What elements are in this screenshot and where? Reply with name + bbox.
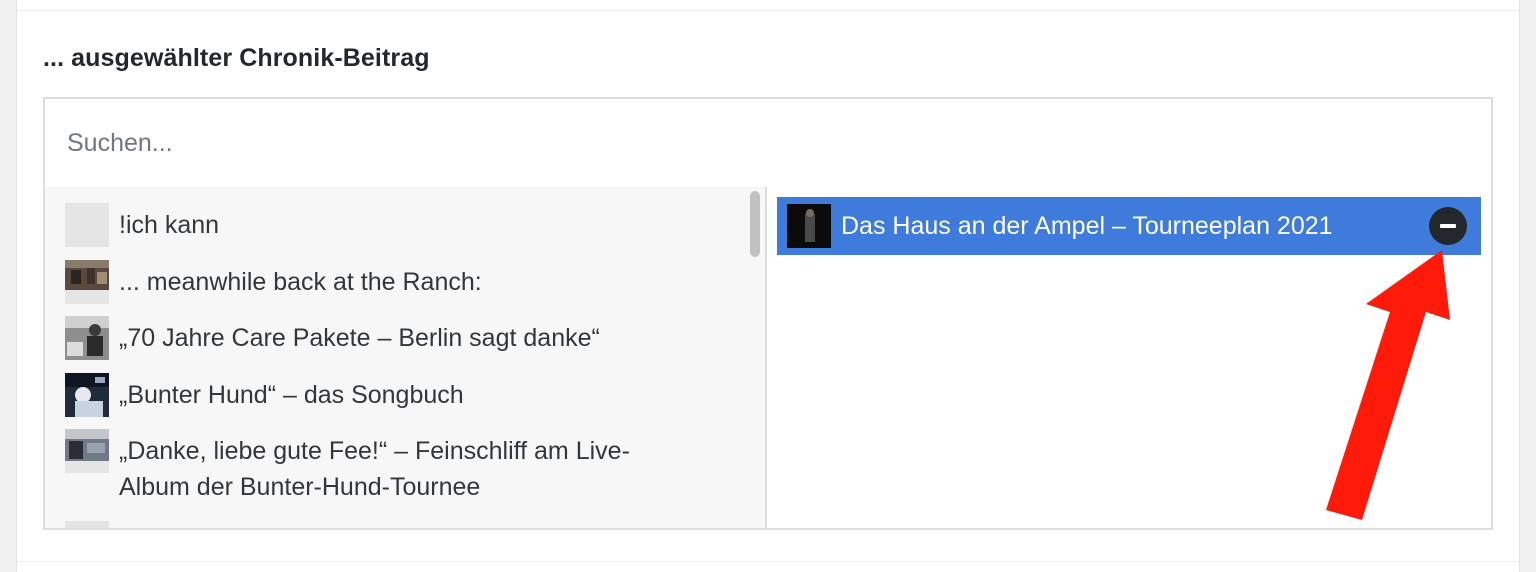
divider xyxy=(17,561,1519,562)
thumbnail-placeholder xyxy=(65,521,109,528)
search-input[interactable] xyxy=(67,119,1447,167)
choices-list[interactable]: !ich kann ... meanwhile back at the Ranc… xyxy=(45,187,767,528)
selected-values: Das Haus an der Ampel – Tourneeplan 2021 xyxy=(767,187,1491,528)
selected-item-label: Das Haus an der Ampel – Tourneeplan 2021 xyxy=(841,211,1333,240)
thumbnail-image xyxy=(65,429,109,473)
list-item-label: „Danke, liebe gute Fee!“ – Feinschliff a… xyxy=(119,433,719,505)
list-item-label: „70 Jahre Care Pakete – Berlin sagt dank… xyxy=(119,324,600,352)
selected-item[interactable]: Das Haus an der Ampel – Tourneeplan 2021 xyxy=(777,197,1481,255)
thumbnail-image xyxy=(65,260,109,304)
thumbnail-placeholder xyxy=(65,203,109,247)
remove-button[interactable] xyxy=(1429,207,1467,245)
list-item[interactable]: „Bunter Hund“ – das Songbuch xyxy=(65,373,745,417)
list-item[interactable]: „Danke, liebe gute Fee!“ – Feinschliff a… xyxy=(65,429,745,505)
field-label: ... ausgewählter Chronik-Beitrag xyxy=(43,44,430,72)
relationship-field: !ich kann ... meanwhile back at the Ranc… xyxy=(43,97,1493,530)
divider xyxy=(17,10,1519,11)
list-item[interactable]: !ich kann xyxy=(65,203,745,247)
list-item-label-line1: „Danke, liebe gute Fee!“ – Feinschliff a… xyxy=(119,437,630,465)
list-item-label-line2: Album der Bunter-Hund-Tournee xyxy=(119,473,481,501)
list-item-label: „Bunter Hund“ – das Songbuch xyxy=(119,381,464,409)
thumbnail-image xyxy=(65,316,109,360)
search-bar xyxy=(45,99,1491,189)
list-item[interactable]: ... meanwhile back at the Ranch: xyxy=(65,260,745,304)
thumbnail-image xyxy=(65,373,109,417)
list-item[interactable] xyxy=(65,521,745,528)
thumbnail-image xyxy=(787,204,831,248)
field-panel: ... ausgewählter Chronik-Beitrag !ich ka… xyxy=(16,0,1520,572)
list-item-label: !ich kann xyxy=(119,211,220,239)
list-item[interactable]: „70 Jahre Care Pakete – Berlin sagt dank… xyxy=(65,316,745,360)
list-item-label: ... meanwhile back at the Ranch: xyxy=(119,268,482,296)
minus-icon xyxy=(1440,224,1456,228)
scrollbar[interactable] xyxy=(750,191,760,257)
